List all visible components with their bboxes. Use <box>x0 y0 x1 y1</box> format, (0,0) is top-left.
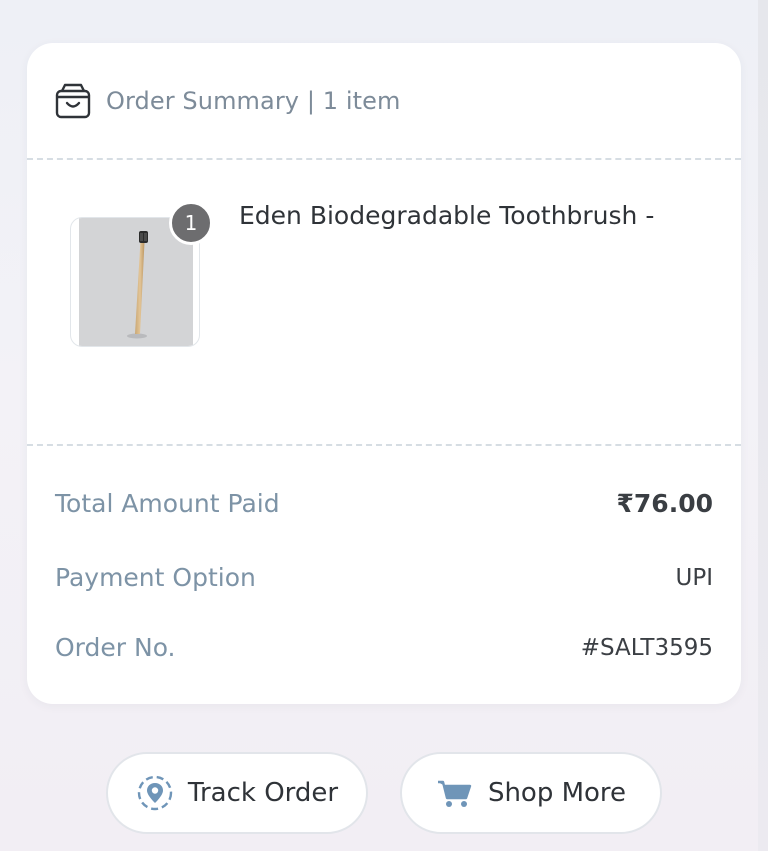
shop-more-label: Shop More <box>487 778 627 808</box>
track-order-label: Track Order <box>187 778 339 808</box>
payment-option-row: Payment Option UPI <box>55 563 713 592</box>
product-name[interactable]: Eden Biodegradable Toothbrush - <box>239 201 654 230</box>
order-number-label: Order No. <box>55 633 176 662</box>
cart-icon <box>436 774 474 812</box>
location-pin-icon <box>136 774 174 812</box>
product-item[interactable]: 1 Eden Biodegradable Toothbrush - <box>27 160 741 444</box>
shopping-bag-icon <box>54 82 92 120</box>
total-amount-label: Total Amount Paid <box>55 489 280 518</box>
order-summary-card: Order Summary | 1 item 1 Eden Biodegrada… <box>27 43 741 704</box>
page-edge <box>758 0 768 851</box>
shop-more-button[interactable]: Shop More <box>400 752 662 834</box>
order-number-row: Order No. #SALT3595 <box>55 633 713 662</box>
track-order-button[interactable]: Track Order <box>106 752 368 834</box>
order-summary-title: Order Summary | 1 item <box>106 87 401 115</box>
quantity-badge: 1 <box>169 201 213 245</box>
payment-option-value: UPI <box>675 564 714 591</box>
order-number-value: #SALT3595 <box>580 634 713 661</box>
dashed-divider <box>27 444 741 446</box>
payment-option-label: Payment Option <box>55 563 256 592</box>
order-summary-header: Order Summary | 1 item <box>27 43 741 159</box>
total-amount-row: Total Amount Paid ₹76.00 <box>55 489 713 518</box>
total-amount-value: ₹76.00 <box>616 489 713 518</box>
